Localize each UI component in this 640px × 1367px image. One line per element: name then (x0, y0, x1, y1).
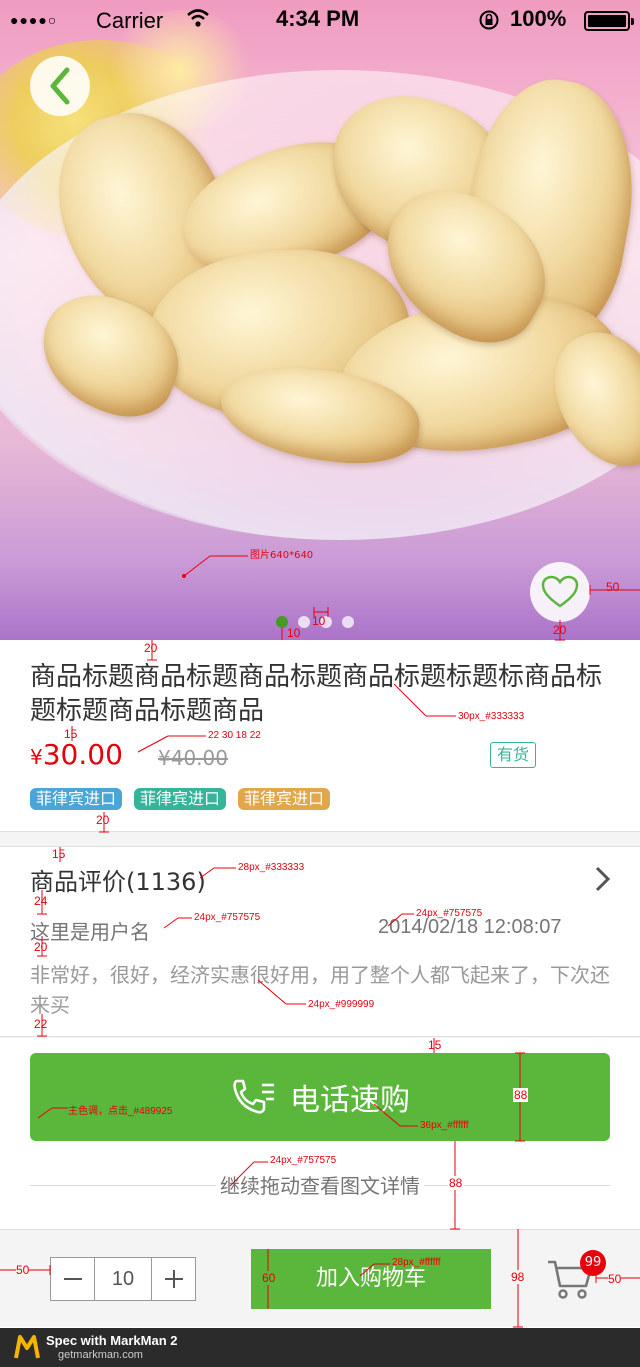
spec-annotation: 88 (448, 1176, 464, 1190)
add-to-cart-button[interactable]: 加入购物车 (251, 1249, 491, 1309)
spec-annotation: 50 (606, 580, 620, 594)
spec-annotation: 24px_#757575 (416, 908, 483, 919)
markman-footer: Spec with MarkMan 2 getmarkman.com (0, 1328, 640, 1367)
heart-icon (541, 575, 579, 608)
spec-annotation: 24px_#757575 (194, 912, 261, 923)
markman-title: Spec with MarkMan 2 (46, 1333, 178, 1348)
spec-annotation: 15 (428, 1038, 442, 1052)
clock: 4:34 PM (276, 6, 360, 31)
spec-annotation: 20 (553, 623, 567, 637)
image-size-label: 图片640*640 (250, 550, 314, 561)
image-spec-pointer (182, 555, 248, 578)
drag-hint: 继续拖动查看图文详情 (0, 1170, 640, 1199)
signal-strength: ●●●●○ (10, 12, 58, 28)
spec-annotation: 15 (52, 847, 66, 861)
review-text: 非常好，很好，经济实惠很好用，用了整个人都飞起来了，下次还来买 (30, 963, 610, 1017)
status-bar: ●●●●○ Carrier 4:34 PM 100% (0, 0, 640, 40)
battery-icon (584, 11, 634, 31)
plus-icon (164, 1270, 183, 1288)
spec-annotation: 28px_#ffffff (392, 1257, 441, 1268)
decrease-button[interactable] (51, 1258, 94, 1300)
cart-count-badge: 99 (580, 1250, 606, 1276)
rotation-lock-icon (478, 9, 500, 36)
spec-annotation: 22 30 18 22 (208, 730, 261, 741)
spec-annotation: 36px_#ffffff (420, 1120, 469, 1131)
spec-annotation: 30px_#333333 (458, 711, 525, 722)
back-button[interactable] (30, 56, 90, 116)
review-date: 2014/02/18 12:08:07 (378, 916, 562, 938)
spec-annotation: 22 (34, 1017, 48, 1031)
markman-url: getmarkman.com (58, 1349, 143, 1361)
original-price: ¥40.00 (158, 746, 228, 770)
phone-order-label: 电话速购 (290, 1083, 410, 1118)
spec-annotation: 15 (64, 727, 78, 741)
stock-badge: 有货 (490, 742, 537, 768)
spec-annotation: 24px_#757575 (270, 1155, 337, 1166)
section-divider (0, 1036, 640, 1038)
increase-button[interactable] (152, 1258, 195, 1300)
review-username: 这里是用户名 (30, 920, 150, 944)
spec-annotation: 主色调，点击_#489925 (68, 1106, 173, 1117)
drag-hint-text: 继续拖动查看图文详情 (216, 1174, 424, 1198)
chevron-right-icon[interactable] (594, 866, 612, 896)
minus-icon (63, 1278, 82, 1280)
spec-annotation: 60 (262, 1271, 276, 1285)
quantity-value[interactable]: 10 (94, 1258, 152, 1300)
spec-annotation: 20 (96, 813, 110, 827)
wifi-icon (186, 8, 210, 33)
currency-symbol: ¥ (30, 745, 43, 769)
product-image: 图片640*640 (0, 0, 640, 640)
chevron-left-icon (50, 67, 70, 105)
reviews-title[interactable]: 商品评价(1136) (30, 862, 206, 897)
origin-tag: 菲律宾进口 (30, 788, 123, 810)
origin-tag: 菲律宾进口 (134, 788, 227, 810)
spec-annotation: 24 (34, 894, 48, 908)
spec-annotation: 10 (287, 626, 301, 640)
carousel-dot[interactable] (342, 616, 354, 628)
origin-tag: 菲律宾进口 (238, 788, 331, 810)
phone-icon (233, 1079, 274, 1114)
product-price: ¥30.00 (30, 738, 123, 771)
spec-annotation: 24px_#999999 (308, 999, 375, 1010)
battery-percent: 100% (510, 6, 567, 31)
spec-annotation: 10 (312, 614, 326, 628)
spec-annotation: 28px_#333333 (238, 862, 305, 873)
carrier-name: Carrier (96, 8, 164, 33)
spec-annotation: 88 (513, 1088, 529, 1102)
spec-annotation: 50 (16, 1263, 30, 1277)
product-tags: 菲律宾进口 菲律宾进口 菲律宾进口 (30, 788, 331, 810)
quantity-stepper[interactable]: 10 (50, 1257, 196, 1301)
price-value: 30.00 (42, 738, 123, 771)
spec-annotation: 20 (144, 641, 158, 655)
section-divider (0, 831, 640, 847)
markman-logo-icon (14, 1335, 40, 1359)
spec-annotation: 98 (511, 1270, 525, 1284)
favorite-button[interactable] (530, 562, 590, 622)
spec-annotation: 50 (608, 1272, 622, 1286)
spec-annotation: 20 (34, 940, 48, 954)
